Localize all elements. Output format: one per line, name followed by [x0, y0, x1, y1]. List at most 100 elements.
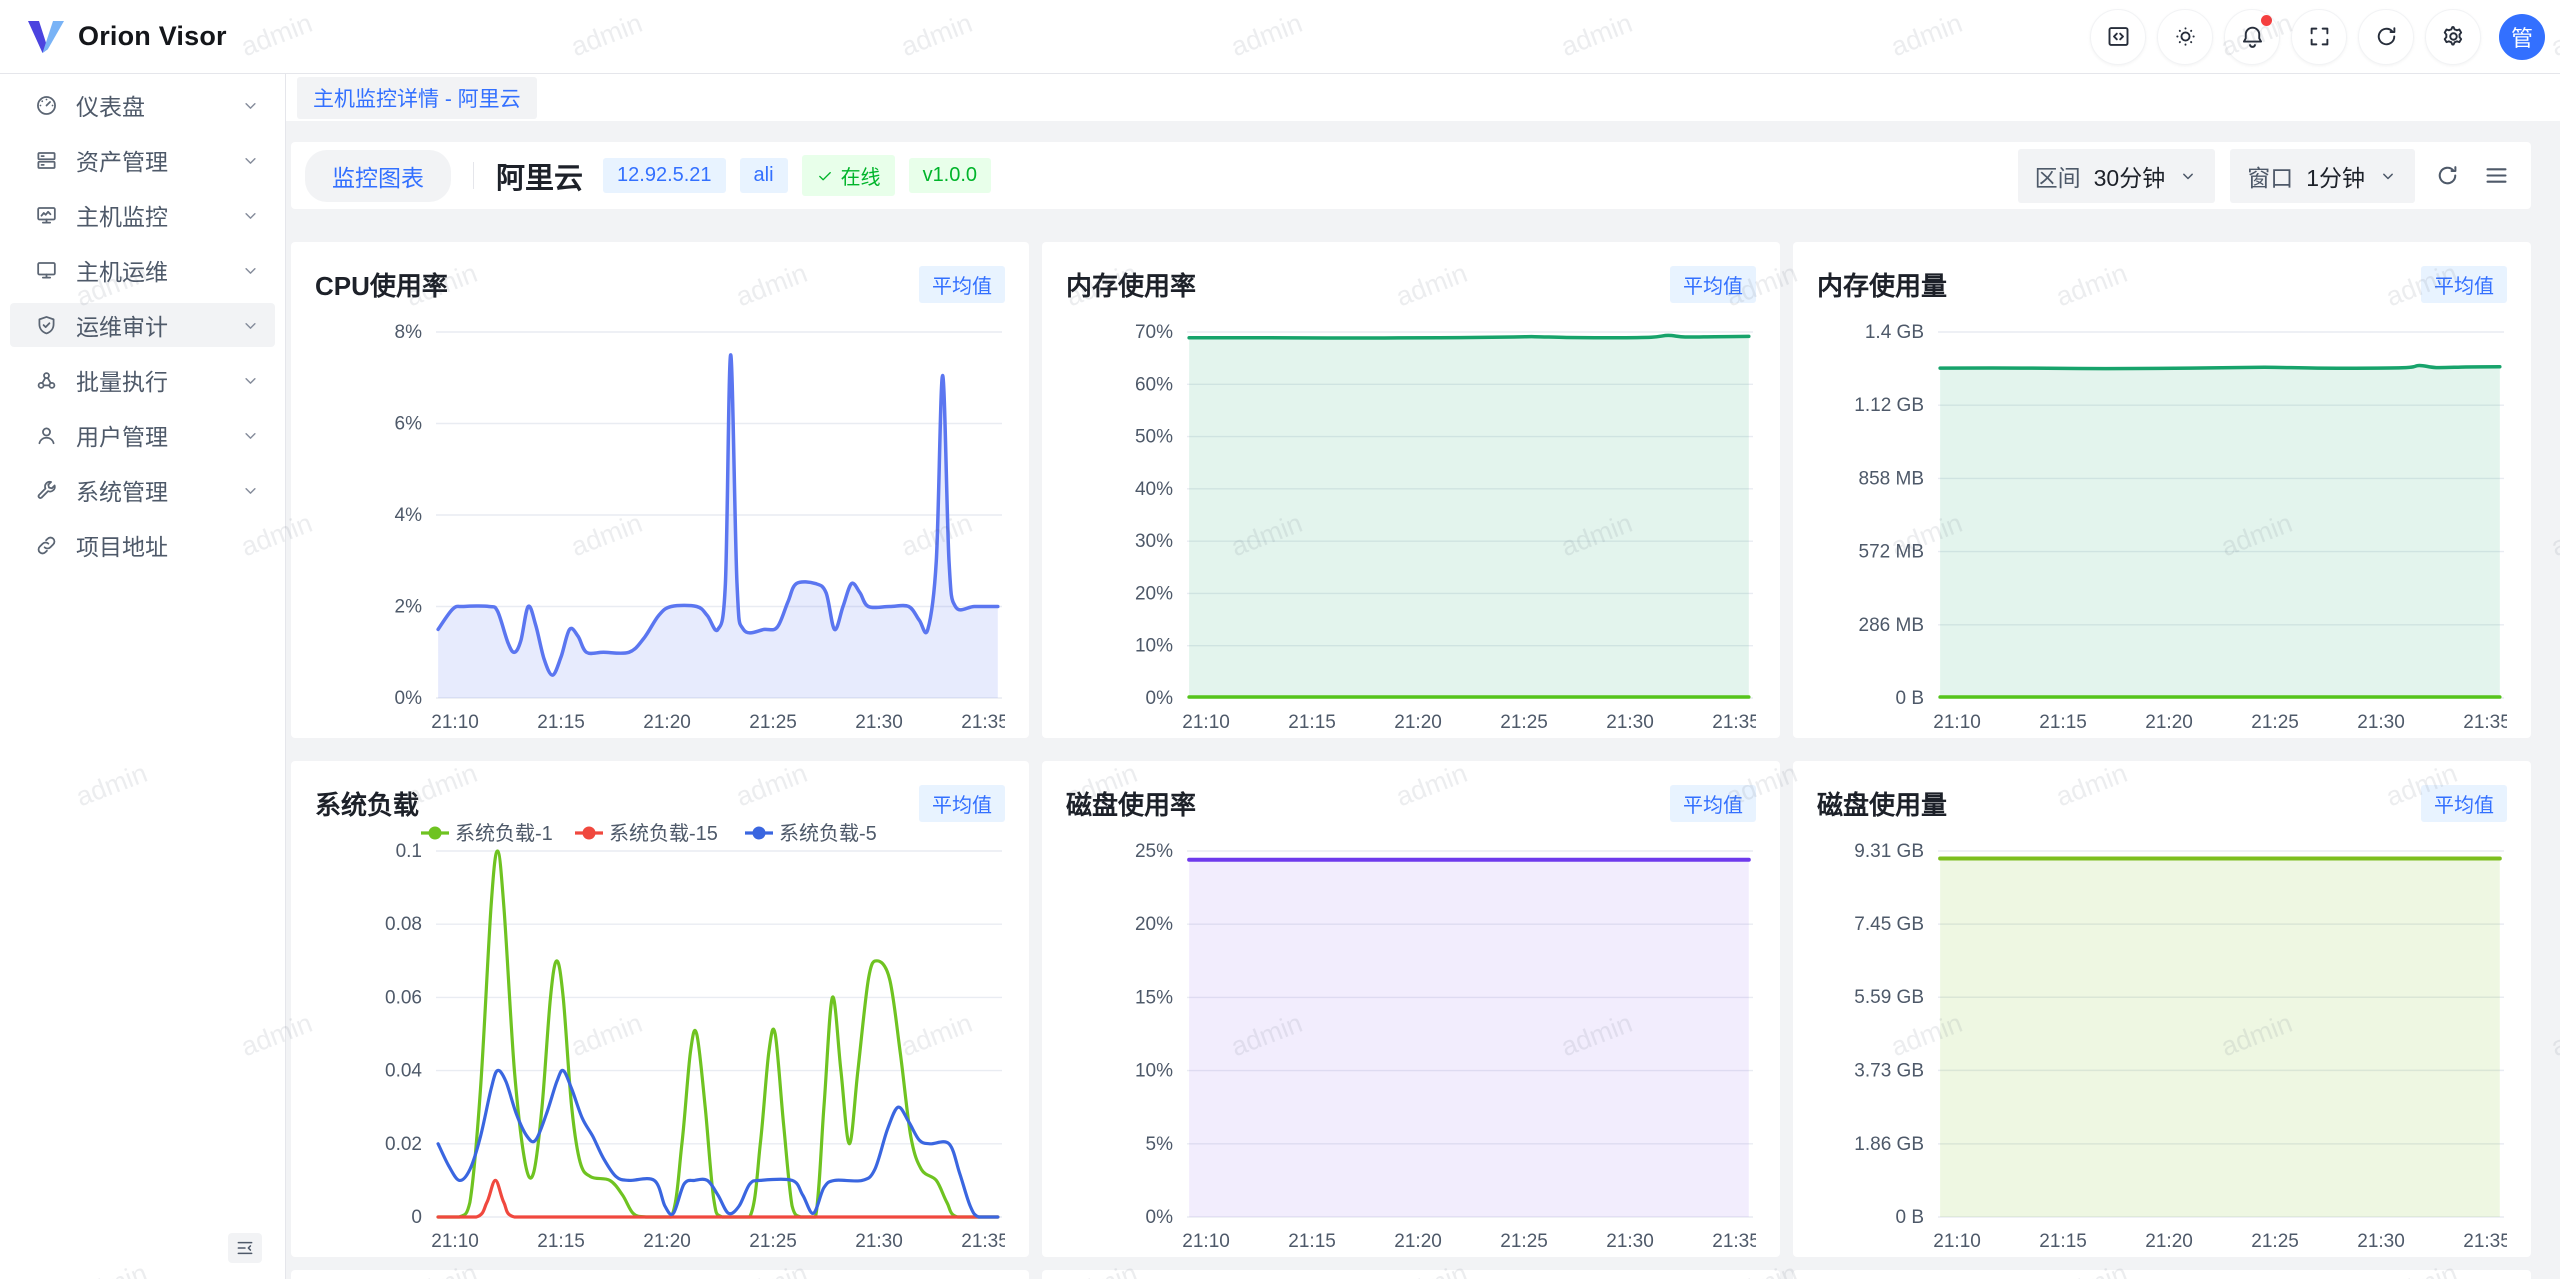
- aggregation-badge[interactable]: 平均值: [2421, 266, 2507, 303]
- page: Orion Visor 管 仪表盘资产管理主机监控主机运维运维审计批量执行用户管…: [0, 0, 2560, 1279]
- settings-icon: [2440, 23, 2467, 50]
- chart-card-5: 磁盘使用率平均值0%5%10%15%20%25%21:1021:1521:202…: [1042, 761, 1780, 1257]
- aggregation-badge[interactable]: 平均值: [919, 266, 1005, 303]
- chart-card-6: 磁盘使用量 平均值0 B1.86 GB3.73 GB5.59 GB7.45 GB9…: [1793, 761, 2531, 1257]
- svg-text:0.1: 0.1: [396, 841, 422, 862]
- refresh-button[interactable]: [2358, 9, 2414, 65]
- chart-plot[interactable]: 0 B286 MB572 MB858 MB1.12 GB1.4 GB21:102…: [1817, 302, 2507, 738]
- chevron-down-icon: [240, 95, 261, 116]
- menu-fold-icon: [235, 1238, 255, 1258]
- chart-config-button[interactable]: [2479, 159, 2513, 193]
- chart-card-1: CPU使用率平均值0%2%4%6%8%21:1021:1521:2021:252…: [291, 242, 1029, 738]
- code-window-button[interactable]: [2090, 9, 2146, 65]
- sidebar-item-system-mgmt[interactable]: 系统管理: [10, 468, 275, 512]
- menu-icon: [2483, 162, 2510, 189]
- svg-text:21:10: 21:10: [1933, 1231, 1981, 1252]
- project-link-icon: [34, 533, 59, 558]
- svg-text:21:30: 21:30: [2357, 1231, 2405, 1252]
- chart-title: 磁盘使用率: [1066, 785, 1196, 822]
- sidebar-item-host-ops[interactable]: 主机运维: [10, 248, 275, 292]
- svg-text:21:15: 21:15: [537, 1231, 585, 1252]
- svg-text:0.06: 0.06: [385, 987, 422, 1008]
- chevron-down-icon: [240, 205, 261, 226]
- aggregation-badge[interactable]: 平均值: [1670, 785, 1756, 822]
- chart-card-4: 系统负载平均值00.020.040.060.080.121:1021:1521:…: [291, 761, 1029, 1257]
- theme-button[interactable]: [2157, 9, 2213, 65]
- chart-plot[interactable]: 00.020.040.060.080.121:1021:1521:2021:25…: [315, 821, 1005, 1257]
- svg-text:21:20: 21:20: [1394, 1231, 1442, 1252]
- svg-text:572 MB: 572 MB: [1859, 542, 1924, 563]
- svg-text:21:30: 21:30: [1606, 712, 1654, 733]
- svg-text:21:15: 21:15: [1288, 712, 1336, 733]
- sidebar-collapse-button[interactable]: [228, 1233, 262, 1263]
- toolbar-controls: 区间 30分钟 窗口 1分钟: [2018, 149, 2513, 203]
- fullscreen-button[interactable]: [2291, 9, 2347, 65]
- audit-icon: [34, 313, 59, 338]
- host-info: 监控图表 阿里云 12.92.5.21ali在线v1.0.0: [305, 150, 991, 202]
- orion-visor-logo-icon: [26, 19, 66, 55]
- svg-text:21:25: 21:25: [1500, 1231, 1548, 1252]
- sidebar-item-label: 仪表盘: [76, 88, 223, 122]
- svg-text:9.31 GB: 9.31 GB: [1854, 841, 1924, 862]
- svg-text:60%: 60%: [1135, 374, 1173, 395]
- sidebar-item-label: 资产管理: [76, 143, 223, 177]
- chart-plot[interactable]: 0%2%4%6%8%21:1021:1521:2021:2521:3021:35: [315, 302, 1005, 738]
- svg-text:21:15: 21:15: [2039, 712, 2087, 733]
- refresh-charts-button[interactable]: [2430, 159, 2464, 193]
- svg-text:21:35: 21:35: [961, 1231, 1005, 1252]
- svg-text:25%: 25%: [1135, 841, 1173, 862]
- tab-monitor-charts[interactable]: 监控图表: [305, 150, 451, 202]
- svg-text:0: 0: [411, 1207, 422, 1228]
- sidebar-item-project-link[interactable]: 项目地址: [10, 523, 275, 567]
- svg-text:70%: 70%: [1135, 322, 1173, 343]
- chart-card-peek: [1042, 1270, 1780, 1279]
- dashboard-icon: [34, 93, 59, 118]
- svg-text:10%: 10%: [1135, 636, 1173, 657]
- notifications-button[interactable]: [2224, 9, 2280, 65]
- sidebar-item-assets[interactable]: 资产管理: [10, 138, 275, 182]
- host-badge-text: v1.0.0: [923, 164, 977, 187]
- sidebar-item-host-monitor[interactable]: 主机监控: [10, 193, 275, 237]
- avatar[interactable]: 管: [2499, 14, 2545, 60]
- next-row-peek: [291, 1270, 2531, 1279]
- sidebar-item-audit[interactable]: 运维审计: [10, 303, 275, 347]
- svg-text:21:10: 21:10: [1182, 1231, 1230, 1252]
- svg-text:0 B: 0 B: [1895, 688, 1924, 709]
- chart-header: 系统负载平均值: [315, 785, 1005, 821]
- chart-plot[interactable]: 0%5%10%15%20%25%21:1021:1521:2021:2521:3…: [1066, 821, 1756, 1257]
- host-toolbar: 监控图表 阿里云 12.92.5.21ali在线v1.0.0 区间 30分钟 窗…: [291, 142, 2531, 209]
- svg-text:858 MB: 858 MB: [1859, 468, 1924, 489]
- chart-title: 磁盘使用量: [1817, 785, 1947, 822]
- sidebar-item-user-mgmt[interactable]: 用户管理: [10, 413, 275, 457]
- chart-title: 内存使用量: [1817, 266, 1947, 303]
- svg-text:21:35: 21:35: [1712, 712, 1756, 733]
- chevron-down-icon: [240, 370, 261, 391]
- aggregation-badge[interactable]: 平均值: [2421, 785, 2507, 822]
- svg-text:21:25: 21:25: [1500, 712, 1548, 733]
- chart-plot[interactable]: 0%10%20%30%40%50%60%70%21:1021:1521:2021…: [1066, 302, 1756, 738]
- charts-grid: CPU使用率平均值0%2%4%6%8%21:1021:1521:2021:252…: [291, 242, 2531, 1257]
- breadcrumb[interactable]: 主机监控详情 - 阿里云: [297, 77, 537, 119]
- svg-text:0.04: 0.04: [385, 1061, 422, 1082]
- svg-text:0%: 0%: [1146, 1207, 1174, 1228]
- svg-text:0.08: 0.08: [385, 914, 422, 935]
- chevron-down-icon: [240, 480, 261, 501]
- interval-select[interactable]: 区间 30分钟: [2018, 149, 2216, 203]
- host-badge: v1.0.0: [909, 158, 991, 193]
- chart-plot[interactable]: 0 B1.86 GB3.73 GB5.59 GB7.45 GB9.31 GB21…: [1817, 821, 2507, 1257]
- sidebar-item-label: 项目地址: [76, 528, 261, 562]
- logo: Orion Visor: [26, 19, 227, 55]
- svg-text:21:15: 21:15: [537, 712, 585, 733]
- sidebar-item-dashboard[interactable]: 仪表盘: [10, 83, 275, 127]
- aggregation-badge[interactable]: 平均值: [919, 785, 1005, 822]
- aggregation-badge[interactable]: 平均值: [1670, 266, 1756, 303]
- settings-button[interactable]: [2425, 9, 2481, 65]
- fullscreen-icon: [2306, 23, 2333, 50]
- topbar-actions: 管: [2090, 9, 2545, 65]
- host-badge-text: 12.92.5.21: [617, 164, 712, 187]
- chart-card-peek: [1793, 1270, 2531, 1279]
- sidebar-item-batch-exec[interactable]: 批量执行: [10, 358, 275, 402]
- svg-text:0.02: 0.02: [385, 1134, 422, 1155]
- chart-card-3: 内存使用量平均值0 B286 MB572 MB858 MB1.12 GB1.4 …: [1793, 242, 2531, 738]
- window-select[interactable]: 窗口 1分钟: [2230, 149, 2415, 203]
